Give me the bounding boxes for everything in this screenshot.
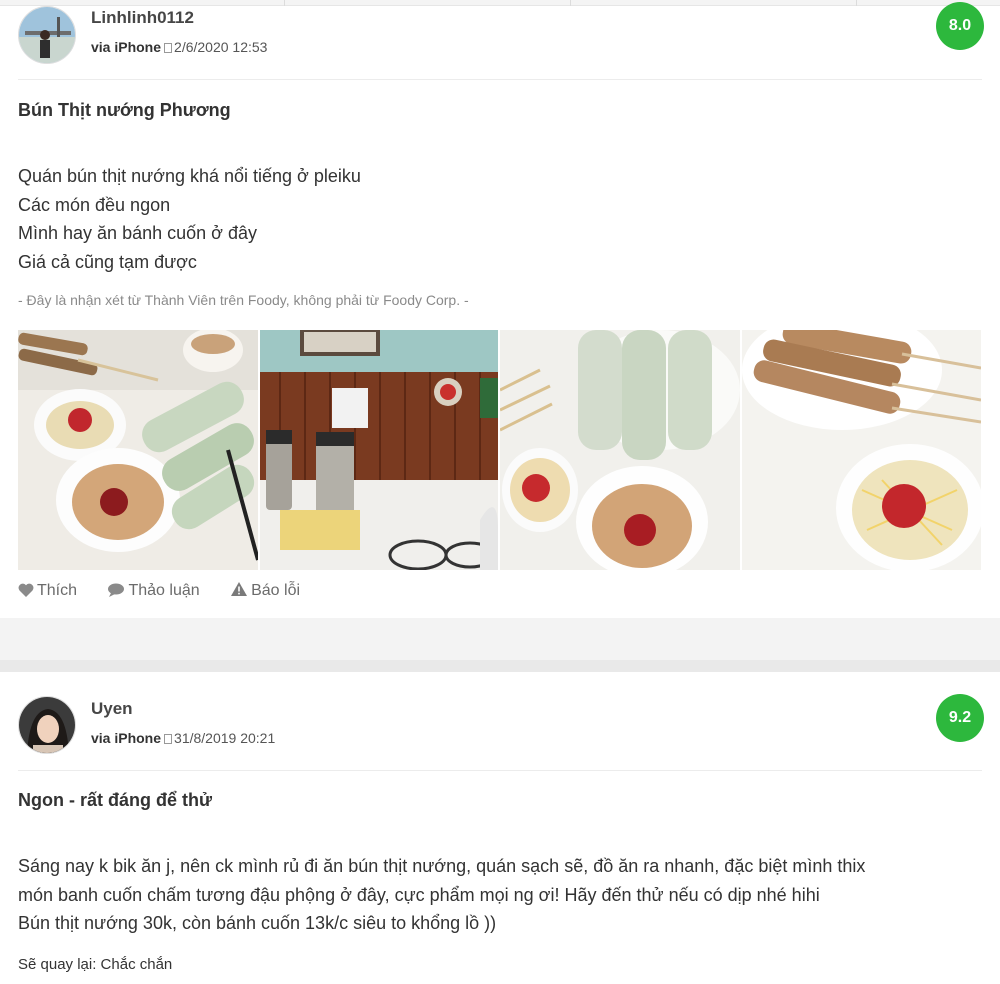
disclaimer: - Đây là nhận xét từ Thành Viên trên Foo… [18, 292, 469, 308]
review-datetime: 31/8/2019 20:21 [174, 730, 276, 746]
avatar[interactable] [18, 6, 76, 64]
review-line: món banh cuốn chấm tương đậu phộng ở đây… [18, 884, 820, 905]
review-card: Linhlinh0112 via iPhone 2/6/2020 12:53 8.… [0, 2, 1000, 618]
username[interactable]: Linhlinh0112 [91, 8, 194, 28]
review-body: Quán bún thịt nướng khá nổi tiếng ở plei… [18, 162, 361, 276]
score-badge: 8.0 [936, 2, 984, 50]
return-intent: Sẽ quay lại: Chắc chắn [18, 956, 173, 973]
review-line: Mình hay ăn bánh cuốn ở đây [18, 223, 257, 243]
review-meta: via iPhone 2/6/2020 12:53 [91, 39, 267, 55]
review-line: Sáng nay k bik ăn j, nên ck mình rủ đi ă… [18, 856, 866, 876]
device-label: via iPhone [91, 39, 162, 55]
like-label: Thích [37, 582, 78, 599]
divider [18, 79, 982, 80]
review-actions: Thích Thảo luận Báo lỗi [18, 581, 326, 600]
review-meta: via iPhone 31/8/2019 20:21 [91, 730, 275, 746]
review-photo[interactable] [260, 330, 498, 570]
warning-icon [231, 582, 248, 596]
review-title: Ngon - rất đáng để thử [18, 790, 213, 810]
photo-gallery [18, 330, 981, 570]
review-card: Uyen via iPhone 31/8/2019 20:21 9.2 Ngon … [0, 672, 1000, 984]
avatar[interactable] [18, 696, 76, 754]
review-datetime: 2/6/2020 12:53 [174, 39, 268, 55]
score-badge: 9.2 [936, 694, 984, 742]
heart-icon [18, 583, 34, 597]
review-line: Giá cả cũng tạm được [18, 251, 197, 272]
divider [18, 770, 982, 771]
review-line: Các món đều ngon [18, 194, 171, 215]
like-button[interactable]: Thích [18, 582, 77, 600]
device-label: via iPhone [91, 730, 162, 746]
review-photo[interactable] [18, 330, 258, 570]
clock-icon [164, 734, 173, 744]
clock-icon [164, 43, 173, 53]
review-title: Bún Thịt nướng Phương [18, 100, 231, 120]
section-separator [0, 618, 1000, 672]
review-line: Quán bún thịt nướng khá nổi tiếng ở plei… [18, 166, 361, 186]
review-body: Sáng nay k bik ăn j, nên ck mình rủ đi ă… [18, 852, 988, 938]
report-label: Báo lỗi [251, 582, 301, 599]
review-photo[interactable] [500, 330, 740, 570]
discuss-label: Thảo luận [128, 582, 200, 599]
discuss-button[interactable]: Thảo luận [107, 582, 200, 600]
review-photo[interactable] [742, 330, 981, 570]
username[interactable]: Uyen [91, 699, 133, 719]
speech-bubble-icon [108, 583, 125, 597]
review-line: Bún thịt nướng 30k, còn bánh cuốn 13k/c … [18, 913, 497, 933]
report-button[interactable]: Báo lỗi [230, 581, 300, 600]
